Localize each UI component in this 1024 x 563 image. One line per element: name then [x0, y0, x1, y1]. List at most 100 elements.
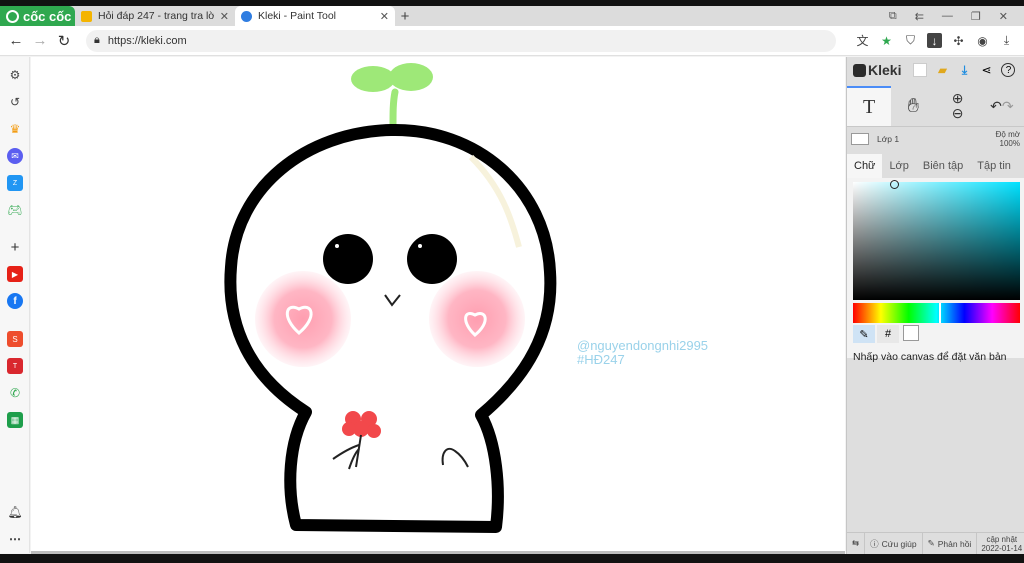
zoom-in-icon[interactable]: ⊕	[952, 91, 964, 106]
sprout-leaf-left	[351, 66, 395, 92]
add-icon[interactable]: +	[7, 239, 23, 256]
coccoc-brand: cốc cốc	[23, 8, 72, 24]
sheets-icon[interactable]: ▦	[7, 412, 23, 428]
kleki-favicon-icon	[241, 10, 252, 22]
kleki-panel: Kleki ▰ ⤓ ⋖ ? T ✋︎ ⊕ ⊖ ↶ ↷ Lớp 1 Độ mờ 100…	[846, 57, 1024, 555]
help-link[interactable]: ⓘ Cứu giúp	[865, 532, 923, 555]
help-icon[interactable]: ?	[1001, 63, 1016, 77]
help-link-label: Cứu giúp	[881, 538, 917, 549]
panel-tabs: Chữ Lớp Biên tập Tập tin	[847, 154, 1024, 178]
tool-row: T ✋︎ ⊕ ⊖ ↶ ↷	[847, 86, 1024, 126]
tab-title: Kleki - Paint Tool	[258, 10, 337, 22]
undo-redo-buttons[interactable]: ↶ ↷	[980, 86, 1024, 126]
shopee-icon[interactable]: S	[7, 331, 23, 347]
crown-icon[interactable]: ♛	[7, 121, 23, 137]
hand-tool-button[interactable]: ✋︎	[891, 86, 935, 126]
layer-name: Lớp 1	[877, 133, 900, 144]
new-image-icon[interactable]	[913, 63, 928, 77]
more-icon[interactable]: ⋯	[7, 531, 23, 547]
back-to-tabs-icon[interactable]: ⇇	[915, 10, 924, 23]
text-tool-hint: Nhấp vào canvas để đặt văn bản	[853, 351, 1007, 363]
translate-icon[interactable]: 文	[855, 33, 870, 48]
gamepad-icon[interactable]: 🎮︎	[7, 202, 23, 218]
opacity-label: Độ mờ	[995, 129, 1020, 139]
downloads-icon[interactable]: ⤓	[999, 33, 1014, 48]
download-ext-icon[interactable]: ↓	[927, 33, 942, 48]
settings-icon[interactable]: ⚙	[7, 67, 23, 83]
coccoc-logo-icon	[6, 9, 19, 23]
minimize-icon[interactable]: —	[942, 10, 953, 22]
share-icon[interactable]: ⋖	[979, 63, 993, 77]
tab-bar: cốc cốc Hỏi đáp 247 - trang tra lời ✕ Kl…	[0, 6, 1024, 26]
eye-shine-right	[418, 244, 422, 248]
tab-file[interactable]: Tập tin	[970, 154, 1018, 178]
watermark-line-2: #HĐ247	[577, 352, 625, 367]
facebook-icon[interactable]: f	[7, 293, 23, 309]
panel-header: Kleki ▰ ⤓ ⋖ ?	[847, 57, 1024, 83]
puzzle-icon[interactable]: ✣	[951, 33, 966, 48]
undo-icon[interactable]: ↶	[990, 98, 1002, 115]
picker-tools: ✎ #	[853, 325, 1018, 343]
close-window-icon[interactable]: ✕	[999, 10, 1008, 23]
tab-edit[interactable]: Biên tập	[916, 154, 970, 178]
help-circle-icon: ⓘ	[870, 538, 879, 549]
close-icon[interactable]: ✕	[220, 10, 229, 23]
eyedropper-icon[interactable]: ✎	[853, 325, 875, 343]
feedback-link[interactable]: ✎ Phản hồi	[923, 532, 978, 555]
eye-shine-left	[335, 244, 339, 248]
download-icon[interactable]: ⤓	[957, 63, 971, 77]
youtube-icon[interactable]: ▶	[7, 266, 23, 282]
hue-slider[interactable]	[853, 303, 1020, 323]
redo-icon[interactable]: ↷	[1002, 98, 1014, 115]
layer-row[interactable]: Lớp 1 Độ mờ 100%	[847, 126, 1024, 150]
zoom-out-icon[interactable]: ⊖	[952, 106, 964, 121]
picker-cursor[interactable]	[890, 180, 899, 189]
coccoc-menu-button[interactable]: cốc cốc	[0, 6, 75, 26]
hex-input-button[interactable]: #	[877, 325, 899, 343]
tab-layers[interactable]: Lớp	[882, 154, 915, 178]
swap-icon[interactable]: ⇆	[847, 532, 866, 555]
screenshot-icon[interactable]: ⧉	[889, 10, 897, 23]
watermark-line-1: @nguyendongnhi2995	[577, 338, 709, 353]
reload-icon[interactable]: ↻	[52, 32, 76, 50]
bookmark-star-icon[interactable]: ★	[879, 33, 894, 48]
hue-slider-handle[interactable]	[939, 303, 941, 323]
back-icon[interactable]: ←	[4, 32, 28, 49]
drawing-illustration	[224, 63, 557, 533]
profile-icon[interactable]: ◉	[975, 33, 990, 48]
forward-icon[interactable]: →	[28, 32, 52, 49]
window-controls: ⧉ ⇇ — ❐ ✕	[889, 6, 1024, 26]
open-folder-icon[interactable]: ▰	[935, 63, 949, 77]
bell-icon[interactable]: 🔔︎	[7, 504, 23, 520]
blush-left	[255, 271, 351, 367]
color-picker-area: ✎ # Nhấp vào canvas để đặt văn bản	[847, 178, 1024, 363]
feedback-link-label: Phản hồi	[937, 538, 972, 549]
history-icon[interactable]: ↺	[7, 94, 23, 110]
new-tab-button[interactable]: +	[395, 6, 415, 26]
update-label: cập nhật	[986, 534, 1018, 544]
text-tool-button[interactable]: T	[847, 86, 892, 126]
kleki-logo: Kleki	[853, 62, 901, 78]
zoom-buttons[interactable]: ⊕ ⊖	[936, 86, 980, 126]
color-swatch[interactable]	[903, 325, 919, 341]
tab-title: Hỏi đáp 247 - trang tra lời	[98, 10, 214, 22]
tiki-icon[interactable]: T	[7, 358, 23, 374]
restore-icon[interactable]: ❐	[971, 10, 981, 23]
update-info[interactable]: cập nhật 2022-01-14	[977, 535, 1022, 553]
saturation-value-picker[interactable]	[853, 180, 1020, 300]
zalo-icon[interactable]: Z	[7, 175, 23, 191]
tab-hoidap[interactable]: Hỏi đáp 247 - trang tra lời ✕	[75, 6, 235, 26]
close-icon[interactable]: ✕	[380, 10, 389, 23]
tab-kleki[interactable]: Kleki - Paint Tool ✕	[235, 6, 395, 26]
shield-icon[interactable]: ⛉	[903, 33, 918, 48]
drawing-canvas[interactable]: @nguyendongnhi2995 #HĐ247	[31, 57, 845, 551]
bottom-strip	[0, 554, 1024, 563]
url-field[interactable]: 🔒︎ https://kleki.com	[86, 29, 836, 52]
flower-petal	[342, 422, 356, 436]
flower-petal	[367, 424, 381, 438]
hoidap-favicon-icon	[81, 10, 92, 22]
tab-text[interactable]: Chữ	[847, 154, 883, 178]
eye-right	[407, 234, 457, 284]
messenger-icon[interactable]: ✉	[7, 148, 23, 164]
whatsapp-icon[interactable]: ✆	[7, 385, 23, 401]
